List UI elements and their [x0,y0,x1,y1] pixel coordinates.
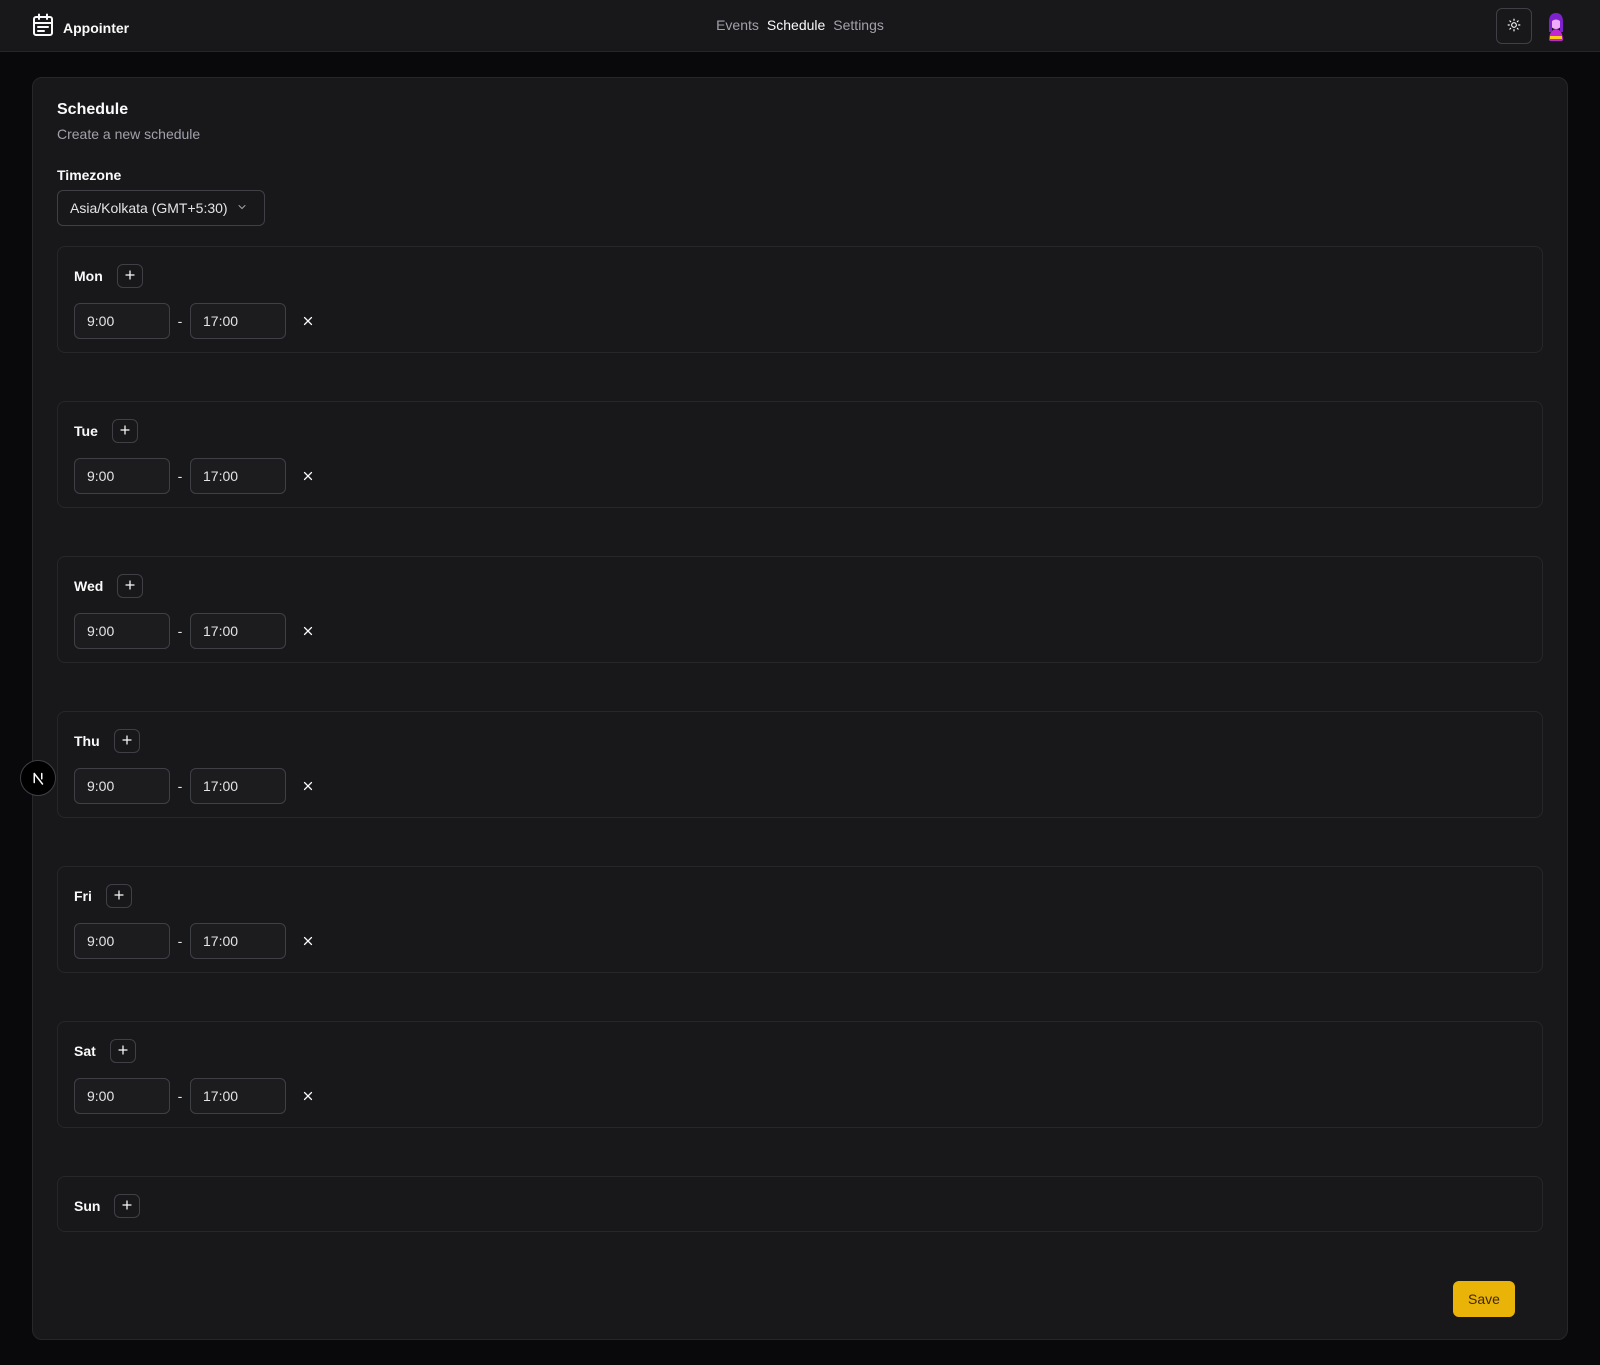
schedule-card: Schedule Create a new schedule Timezone … [32,77,1568,1340]
add-slot-button[interactable] [117,574,144,598]
start-time-input[interactable] [74,613,170,649]
day-label: Sat [74,1043,96,1059]
end-time-input[interactable] [190,458,286,494]
slot-separator: - [177,778,183,794]
close-icon[interactable] [300,778,316,794]
time-slot: - [74,613,316,649]
slot-separator: - [177,933,183,949]
end-time-input[interactable] [190,613,286,649]
day-label: Wed [74,578,104,594]
day-row-tue: Tue - [57,401,1543,508]
nav-settings[interactable]: Settings [833,17,884,33]
add-slot-button[interactable] [111,419,138,443]
day-row-thu: Thu - [57,711,1543,818]
page-subtitle: Create a new schedule [57,126,201,142]
start-time-input[interactable] [74,923,170,959]
day-label: Mon [74,268,103,284]
plus-icon [121,734,133,749]
add-slot-button[interactable] [105,884,132,908]
day-row-mon: Mon - [57,246,1543,353]
plus-icon [119,424,131,439]
plus-icon [124,579,136,594]
time-slot: - [74,1078,316,1114]
close-icon[interactable] [300,623,316,639]
slot-separator: - [177,1088,183,1104]
start-time-input[interactable] [74,303,170,339]
slot-separator: - [177,468,183,484]
main-nav: Events Schedule Settings [0,17,1600,33]
end-time-input[interactable] [190,923,286,959]
day-label: Thu [74,733,100,749]
day-row-sun: Sun [57,1176,1543,1232]
slot-separator: - [177,313,183,329]
theme-toggle-button[interactable] [1496,8,1532,44]
sun-icon [1507,18,1521,35]
top-navbar: Appointer Events Schedule Settings [0,0,1600,52]
end-time-input[interactable] [190,1078,286,1114]
timezone-value: Asia/Kolkata (GMT+5:30) [70,200,228,216]
day-label: Sun [74,1198,101,1214]
end-time-input[interactable] [190,303,286,339]
plus-icon [113,889,125,904]
plus-icon [121,1199,133,1214]
timezone-select[interactable]: Asia/Kolkata (GMT+5:30) [57,190,265,226]
start-time-input[interactable] [74,458,170,494]
time-slot: - [74,458,316,494]
nav-events[interactable]: Events [716,17,759,33]
add-slot-button[interactable] [113,729,140,753]
user-avatar[interactable] [1540,10,1572,42]
time-slot: - [74,923,316,959]
add-slot-button[interactable] [116,264,143,288]
day-label: Tue [74,423,98,439]
day-label: Fri [74,888,92,904]
add-slot-button[interactable] [114,1194,141,1218]
save-button[interactable]: Save [1453,1281,1515,1317]
start-time-input[interactable] [74,1078,170,1114]
end-time-input[interactable] [190,768,286,804]
plus-icon [124,269,136,284]
slot-separator: - [177,623,183,639]
chevron-down-icon [236,200,248,216]
day-row-sat: Sat - [57,1021,1543,1128]
nextjs-icon[interactable] [20,760,56,796]
close-icon[interactable] [300,468,316,484]
nav-schedule[interactable]: Schedule [767,17,825,33]
close-icon[interactable] [300,1088,316,1104]
plus-icon [117,1044,129,1059]
time-slot: - [74,303,316,339]
time-slot: - [74,768,316,804]
start-time-input[interactable] [74,768,170,804]
day-row-wed: Wed - [57,556,1543,663]
close-icon[interactable] [300,933,316,949]
close-icon[interactable] [300,313,316,329]
timezone-label: Timezone [57,167,122,183]
page-title: Schedule [57,101,129,118]
add-slot-button[interactable] [109,1039,136,1063]
day-row-fri: Fri - [57,866,1543,973]
